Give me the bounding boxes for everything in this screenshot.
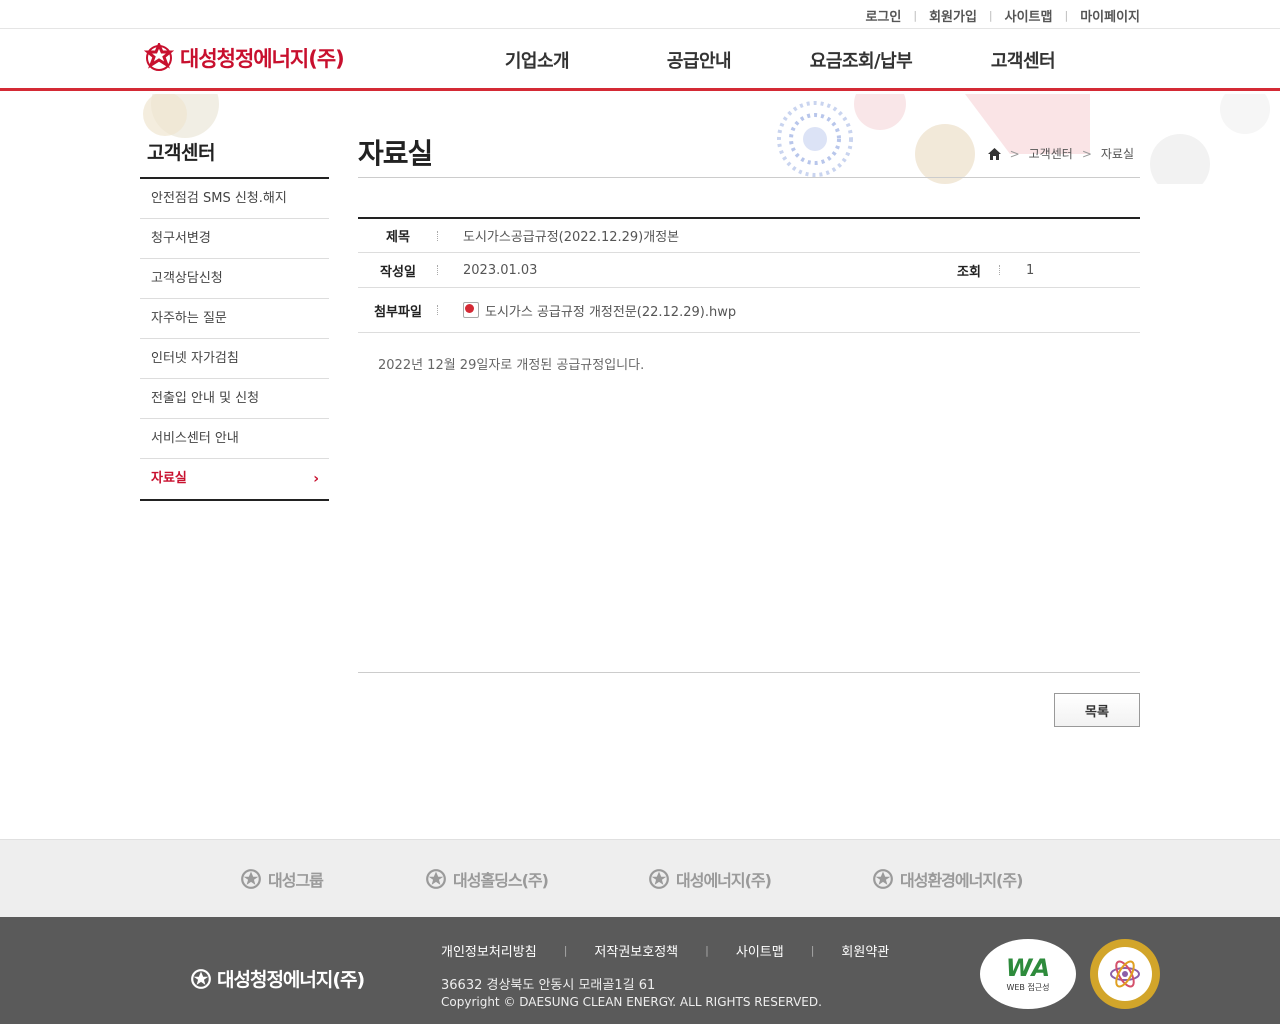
home-icon[interactable] (987, 147, 1001, 160)
footer-sitemap-link[interactable]: 사이트맵 (736, 941, 784, 960)
family-sites-bar: 대성그룹 대성홀딩스(주) 대성에너지(주) 대성환경에너지(주) (0, 839, 1280, 917)
separator: | (563, 944, 568, 957)
family-site-label: 대성에너지(주) (676, 871, 772, 890)
separator: | (913, 9, 918, 22)
sidebar-title: 고객센터 (147, 142, 215, 164)
copyright-policy-link[interactable]: 저작권보호정책 (594, 941, 678, 960)
breadcrumb-customer-center[interactable]: 고객센터 (1029, 145, 1073, 162)
brand-emblem-icon (649, 869, 669, 889)
date-label: 작성일 (358, 261, 438, 280)
chevron-right-icon: › (313, 471, 319, 487)
family-site-label: 대성홀딩스(주) (453, 871, 549, 890)
utility-bar: 로그인 | 회원가입 | 사이트맵 | 마이페이지 (0, 0, 1280, 29)
main-nav: 기업소개 공급안내 요금조회/납부 고객센터 (456, 47, 1104, 73)
family-site-group[interactable]: 대성그룹 (240, 867, 324, 891)
family-site-label: 대성환경에너지(주) (900, 871, 1023, 890)
brand-emblem-icon (144, 43, 174, 71)
mypage-link[interactable]: 마이페이지 (1080, 6, 1140, 25)
footer-links: 개인정보처리방침 | 저작권보호정책 | 사이트맵 | 회원약관 (441, 941, 889, 960)
brand-emblem-icon (873, 869, 893, 889)
family-friendly-badge (1090, 939, 1160, 1009)
date-value: 2023.01.03 (463, 262, 538, 278)
family-friendly-emblem-icon (1098, 947, 1152, 1001)
utility-links: 로그인 | 회원가입 | 사이트맵 | 마이페이지 (865, 6, 1140, 25)
sidebar-item-move-in-out[interactable]: 전출입 안내 및 신청 (140, 379, 329, 419)
signup-link[interactable]: 회원가입 (929, 6, 977, 25)
views-label: 조회 (938, 261, 1000, 280)
family-site-holdings[interactable]: 대성홀딩스(주) (425, 867, 549, 891)
chevron-right-icon: > (1081, 146, 1092, 161)
nav-supply[interactable]: 공급안내 (618, 47, 780, 73)
sidebar-item-service-center[interactable]: 서비스센터 안내 (140, 419, 329, 459)
sitemap-link[interactable]: 사이트맵 (1005, 6, 1053, 25)
site-logo[interactable]: 대성청정에너지(주) (144, 43, 345, 73)
sidebar-item-faq[interactable]: 자주하는 질문 (140, 299, 329, 339)
separator: | (705, 944, 709, 957)
nav-billing[interactable]: 요금조회/납부 (780, 47, 942, 73)
family-site-env-energy[interactable]: 대성환경에너지(주) (872, 867, 1023, 891)
divider (358, 672, 1140, 673)
terms-link[interactable]: 회원약관 (841, 941, 889, 960)
sidebar-menu: 안전점검 SMS 신청.해지 청구서변경 고객상담신청 자주하는 질문 인터넷 … (140, 177, 329, 501)
chevron-right-icon: > (1009, 146, 1020, 161)
wa-caption: WEB 접근성 (1006, 982, 1050, 992)
separator: | (810, 944, 815, 957)
atom-icon (1110, 960, 1140, 988)
attachment-row: 첨부파일 도시가스 공급규정 개정전문(22.12.29).hwp (358, 288, 1140, 333)
subject-row: 제목 도시가스공급규정(2022.12.29)개정본 (358, 219, 1140, 253)
login-link[interactable]: 로그인 (865, 6, 901, 25)
brand-name: 대성청정에너지(주) (180, 47, 345, 71)
attachment-label: 첨부파일 (358, 301, 438, 320)
attachment-cell: 도시가스 공급규정 개정전문(22.12.29).hwp (438, 301, 736, 320)
footer-address: 36632 경상북도 안동시 모래골1길 61 (441, 978, 656, 993)
attachment-link[interactable]: 도시가스 공급규정 개정전문(22.12.29).hwp (463, 301, 736, 320)
footer-logo: 대성청정에너지(주) (190, 965, 365, 992)
wa-mark: WA (1005, 953, 1051, 982)
sidebar-item-label: 자료실 (151, 471, 187, 486)
list-button[interactable]: 목록 (1054, 693, 1140, 727)
privacy-policy-link[interactable]: 개인정보처리방침 (441, 941, 537, 960)
post-view: 제목 도시가스공급규정(2022.12.29)개정본 작성일 2023.01.0… (358, 217, 1140, 333)
family-site-label: 대성그룹 (268, 871, 324, 890)
page-title: 자료실 (358, 137, 433, 170)
sidebar-item-consultation[interactable]: 고객상담신청 (140, 259, 329, 299)
web-accessibility-badge: WA WEB 접근성 (980, 939, 1076, 1009)
footer-brand-name: 대성청정에너지(주) (217, 969, 365, 991)
family-site-energy[interactable]: 대성에너지(주) (648, 867, 772, 891)
sidebar-item-archive[interactable]: 자료실 › (140, 459, 329, 499)
nav-company[interactable]: 기업소개 (456, 47, 618, 73)
breadcrumb: > 고객센터 > 자료실 (987, 145, 1134, 162)
nav-customer-center[interactable]: 고객센터 (942, 47, 1104, 73)
separator: | (988, 9, 993, 22)
hwp-file-icon (463, 302, 479, 318)
views-value: 1 (1026, 262, 1035, 278)
breadcrumb-current: 자료실 (1100, 147, 1134, 161)
sidebar-item-sms[interactable]: 안전점검 SMS 신청.해지 (140, 179, 329, 219)
brand-emblem-icon (241, 869, 261, 889)
brand-emblem-icon (426, 869, 446, 889)
meta-row: 작성일 2023.01.03 조회 1 (358, 253, 1140, 288)
header: 대성청정에너지(주) 기업소개 공급안내 요금조회/납부 고객센터 (0, 29, 1280, 91)
footer-copyright: Copyright © DAESUNG CLEAN ENERGY. ALL RI… (441, 995, 822, 1009)
post-body: 2022년 12월 29일자로 개정된 공급규정입니다. (378, 358, 645, 373)
brand-emblem-icon (191, 968, 211, 989)
footer: 대성청정에너지(주) 개인정보처리방침 | 저작권보호정책 | 사이트맵 | 회… (0, 917, 1280, 1024)
separator: | (1064, 9, 1069, 22)
sidebar-item-bill-change[interactable]: 청구서변경 (140, 219, 329, 259)
attachment-filename: 도시가스 공급규정 개정전문(22.12.29).hwp (485, 304, 737, 320)
sidebar-item-self-reading[interactable]: 인터넷 자가검침 (140, 339, 329, 379)
subject-label: 제목 (358, 226, 438, 245)
subject-value: 도시가스공급규정(2022.12.29)개정본 (463, 230, 680, 245)
divider (358, 177, 1140, 178)
